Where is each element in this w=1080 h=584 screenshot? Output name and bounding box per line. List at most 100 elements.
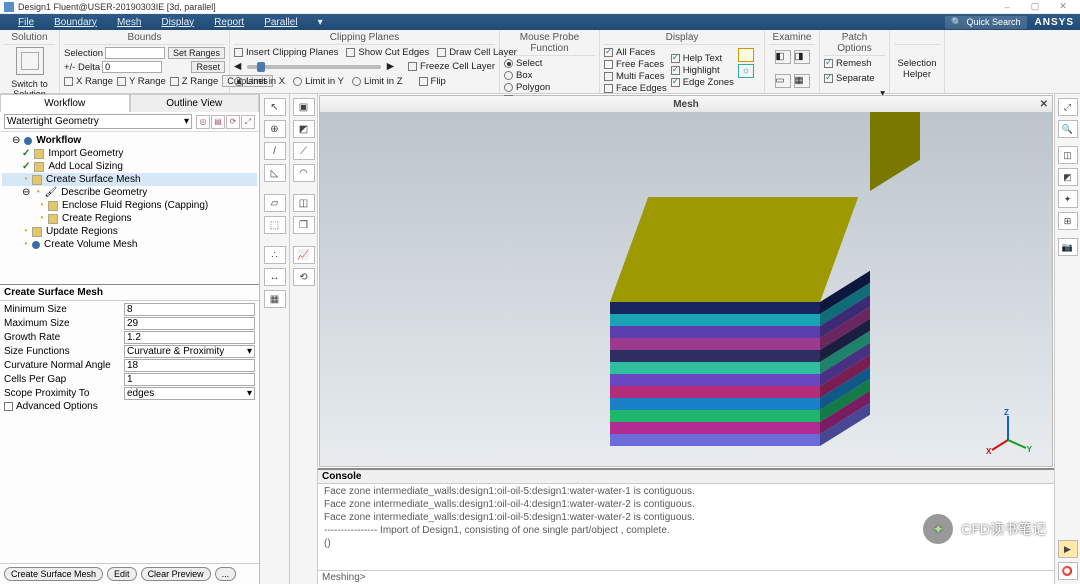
y-range-check[interactable]: Y Range <box>117 76 166 87</box>
all-faces-check[interactable]: All Faces <box>604 47 667 58</box>
max-size-field[interactable]: 29 <box>124 317 255 330</box>
separate-check[interactable]: Separate <box>824 73 875 84</box>
examine-icon-2[interactable]: ◨ <box>794 50 810 64</box>
z-range-check[interactable]: Z Range <box>170 76 218 87</box>
record-icon[interactable]: ⭕ <box>1058 562 1078 580</box>
display-opt-icon-1[interactable] <box>738 48 754 62</box>
help-text-check[interactable]: Help Text <box>671 53 734 64</box>
minimize-button[interactable]: – <box>998 2 1016 12</box>
tree-root[interactable]: ⊖Workflow <box>2 134 257 147</box>
maximize-button[interactable]: ▢ <box>1026 2 1044 12</box>
viewport[interactable]: Z X Y <box>320 112 1052 466</box>
mouse-select-radio[interactable]: Select <box>504 58 542 69</box>
tab-outline[interactable]: Outline View <box>130 94 260 112</box>
slash-icon[interactable]: / <box>264 142 286 160</box>
align-iso-icon[interactable]: ✦ <box>1058 190 1078 208</box>
cells-field[interactable]: 1 <box>124 373 255 386</box>
tree-describe-geom[interactable]: ⊖◔🖌Describe Geometry <box>2 186 257 199</box>
slider-right-icon[interactable]: ▶ <box>387 61 394 72</box>
examine-icon-4[interactable]: ▦ <box>794 74 810 88</box>
measure-icon[interactable]: ↔ <box>264 268 286 286</box>
advanced-options-check[interactable]: Advanced Options <box>4 401 124 412</box>
persp-icon[interactable]: ◫ <box>1058 146 1078 164</box>
edge-zones-check[interactable]: Edge Zones <box>671 77 734 88</box>
menu-parallel[interactable]: Parallel <box>254 17 307 28</box>
face-icon[interactable]: ▱ <box>264 194 286 212</box>
cursor-icon[interactable]: ↖ <box>264 98 286 116</box>
tree-update-regions[interactable]: ◔Update Regions <box>2 225 257 238</box>
min-size-field[interactable]: 8 <box>124 303 255 316</box>
cube-iso-icon[interactable]: ❒ <box>293 216 315 234</box>
slider-left-icon[interactable]: ◀ <box>234 61 241 72</box>
chain-icon[interactable]: ◠ <box>293 164 315 182</box>
box-fill-icon[interactable]: ◩ <box>293 120 315 138</box>
x-range-check[interactable]: X Range <box>64 76 113 87</box>
tree-import-geom[interactable]: ✓Import Geometry <box>2 147 257 160</box>
multi-faces-check[interactable]: Multi Faces <box>604 71 667 82</box>
limit-z-radio[interactable]: Limit in Z <box>352 76 403 87</box>
mouse-polygon-radio[interactable]: Polygon <box>504 82 550 93</box>
tree-create-surface-mesh[interactable]: ◔Create Surface Mesh <box>2 173 257 186</box>
clear-preview-button[interactable]: Clear Preview <box>141 567 211 581</box>
limit-y-radio[interactable]: Limit in Y <box>293 76 344 87</box>
flip-check[interactable]: Flip <box>419 76 446 87</box>
mouse-box-radio[interactable]: Box <box>504 70 532 81</box>
close-icon[interactable]: ✕ <box>1040 99 1048 110</box>
reload-icon[interactable]: ⟲ <box>293 268 315 286</box>
console-prompt[interactable]: Meshing> <box>318 570 1054 584</box>
tab-workflow[interactable]: Workflow <box>0 94 130 112</box>
dots-icon[interactable]: ∴ <box>264 246 286 264</box>
wf-tool-3[interactable]: ⟳ <box>226 115 240 129</box>
delta-input[interactable] <box>102 61 162 73</box>
box-wire-icon[interactable]: ▣ <box>293 98 315 116</box>
free-faces-check[interactable]: Free Faces <box>604 59 667 70</box>
play-icon[interactable]: ▶ <box>1058 540 1078 558</box>
triangle-icon[interactable]: ◺ <box>264 164 286 182</box>
close-button[interactable]: ✕ <box>1054 2 1072 12</box>
volume-icon[interactable]: ⬚ <box>264 216 286 234</box>
zoom-fit-icon[interactable]: ⤢ <box>1058 98 1078 116</box>
tree-create-regions[interactable]: ◔Create Regions <box>2 212 257 225</box>
create-surface-mesh-button[interactable]: Create Surface Mesh <box>4 567 103 581</box>
sizefun-select[interactable]: Curvature & Proximity▾ <box>124 345 255 358</box>
persp-alt-icon[interactable]: ◩ <box>1058 168 1078 186</box>
zoom-window-icon[interactable]: 🔍 <box>1058 120 1078 138</box>
wf-tool-1[interactable]: ◎ <box>196 115 210 129</box>
workflow-type-select[interactable]: Watertight Geometry▾ <box>4 114 192 129</box>
menu-boundary[interactable]: Boundary <box>44 17 107 28</box>
plus-select-icon[interactable]: ⊕ <box>264 120 286 138</box>
tree-add-local-sizing[interactable]: ✓Add Local Sizing <box>2 160 257 173</box>
face-edges-check[interactable]: Face Edges <box>604 83 667 94</box>
menu-file[interactable]: File <box>8 17 44 28</box>
grid-icon[interactable]: ▦ <box>264 290 286 308</box>
display-opt-icon-2[interactable]: ☼ <box>738 64 754 78</box>
edit-button[interactable]: Edit <box>107 567 137 581</box>
tree-enclose-fluid[interactable]: ◔Enclose Fluid Regions (Capping) <box>2 199 257 212</box>
chart-icon[interactable]: 📈 <box>293 246 315 264</box>
growth-field[interactable]: 1.2 <box>124 331 255 344</box>
remesh-check[interactable]: Remesh <box>824 58 871 69</box>
cube-top-icon[interactable]: ◫ <box>293 194 315 212</box>
clipping-slider[interactable] <box>247 65 380 69</box>
wf-tool-4[interactable]: ⤢ <box>241 115 255 129</box>
menu-report[interactable]: Report <box>204 17 254 28</box>
selection-helper-button[interactable]: Selection Helper <box>894 58 940 80</box>
camera-icon[interactable]: 📷 <box>1058 238 1078 256</box>
menu-display[interactable]: Display <box>151 17 204 28</box>
wf-tool-2[interactable]: ▤ <box>211 115 225 129</box>
examine-icon-1[interactable]: ◧ <box>775 50 791 64</box>
limit-x-radio[interactable]: Limit in X <box>234 76 285 87</box>
menu-mesh[interactable]: Mesh <box>107 17 151 28</box>
show-cut-check[interactable]: Show Cut Edges <box>346 47 429 58</box>
scope-select[interactable]: edges▾ <box>124 387 255 400</box>
curv-field[interactable]: 18 <box>124 359 255 372</box>
quick-search[interactable]: 🔍Quick Search <box>945 16 1026 29</box>
switch-to-solution-icon[interactable] <box>16 47 44 75</box>
display-opt-icon-3[interactable] <box>738 80 754 94</box>
selection-input[interactable] <box>105 47 165 59</box>
menu-more[interactable]: ▾ <box>308 17 333 28</box>
more-button[interactable]: ... <box>215 567 237 581</box>
insert-clipping-check[interactable]: Insert Clipping Planes <box>234 47 338 58</box>
highlight-check[interactable]: Highlight <box>671 65 734 76</box>
align-front-icon[interactable]: ⊞ <box>1058 212 1078 230</box>
